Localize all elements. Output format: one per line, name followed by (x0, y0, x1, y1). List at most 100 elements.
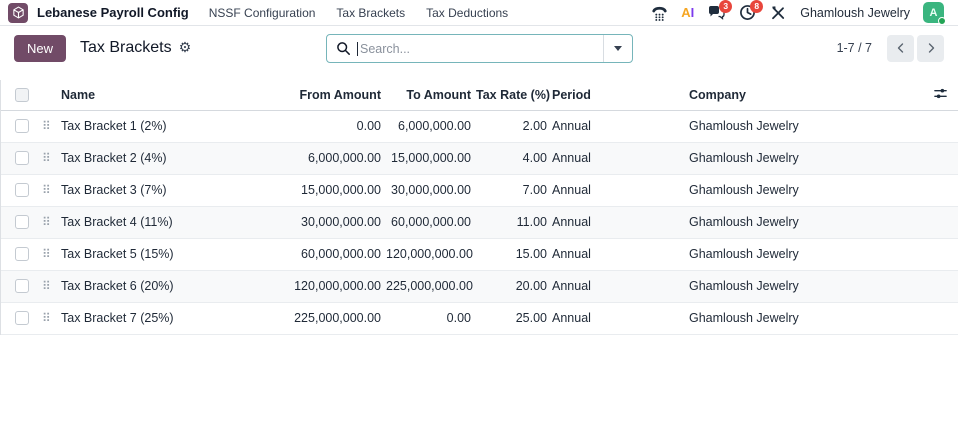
row-checkbox[interactable] (15, 311, 29, 325)
cell-tax-rate[interactable]: 7.00 (476, 174, 552, 206)
messages-icon[interactable]: 3 (707, 4, 725, 22)
search-dropdown-toggle[interactable] (603, 35, 632, 62)
cell-period[interactable]: Annual (552, 110, 689, 142)
cell-tax-rate[interactable]: 4.00 (476, 142, 552, 174)
cell-to-amount[interactable]: 0.00 (386, 302, 476, 334)
cell-from-amount[interactable]: 120,000,000.00 (261, 270, 386, 302)
cell-company[interactable]: Ghamloush Jewelry (689, 174, 919, 206)
table-row[interactable]: ⠿ Tax Bracket 3 (7%) 15,000,000.00 30,00… (1, 174, 958, 206)
cell-period[interactable]: Annual (552, 302, 689, 334)
cell-name[interactable]: Tax Bracket 6 (20%) (61, 270, 261, 302)
drag-handle-icon[interactable]: ⠿ (37, 279, 50, 293)
cell-company[interactable]: Ghamloush Jewelry (689, 270, 919, 302)
online-status-dot (938, 17, 946, 25)
search-input[interactable] (360, 42, 603, 56)
column-header-company[interactable]: Company (689, 80, 919, 110)
tools-icon[interactable] (769, 4, 787, 22)
cell-tax-rate[interactable]: 20.00 (476, 270, 552, 302)
cell-period[interactable]: Annual (552, 174, 689, 206)
table-row[interactable]: ⠿ Tax Bracket 5 (15%) 60,000,000.00 120,… (1, 238, 958, 270)
cell-company[interactable]: Ghamloush Jewelry (689, 206, 919, 238)
cell-from-amount[interactable]: 15,000,000.00 (261, 174, 386, 206)
cell-name[interactable]: Tax Bracket 7 (25%) (61, 302, 261, 334)
drag-handle-icon[interactable]: ⠿ (37, 151, 50, 165)
cell-company[interactable]: Ghamloush Jewelry (689, 110, 919, 142)
cell-name[interactable]: Tax Bracket 4 (11%) (61, 206, 261, 238)
cell-from-amount[interactable]: 30,000,000.00 (261, 206, 386, 238)
ai-icon[interactable]: AI (681, 5, 694, 20)
text-cursor (357, 42, 358, 56)
cell-name[interactable]: Tax Bracket 3 (7%) (61, 174, 261, 206)
caret-down-icon (614, 46, 622, 51)
cell-to-amount[interactable]: 60,000,000.00 (386, 206, 476, 238)
row-checkbox[interactable] (15, 279, 29, 293)
cell-from-amount[interactable]: 6,000,000.00 (261, 142, 386, 174)
cell-period[interactable]: Annual (552, 270, 689, 302)
cell-to-amount[interactable]: 120,000,000.00 (386, 238, 476, 270)
drag-handle-icon[interactable]: ⠿ (37, 119, 50, 133)
column-header-period[interactable]: Period (552, 80, 689, 110)
menu-item-tax-deductions[interactable]: Tax Deductions (426, 6, 508, 20)
app-window: Lebanese Payroll Config NSSF Configurati… (0, 0, 958, 448)
drag-handle-icon[interactable]: ⠿ (37, 247, 50, 261)
cell-name[interactable]: Tax Bracket 1 (2%) (61, 110, 261, 142)
menu-item-tax-brackets[interactable]: Tax Brackets (336, 6, 405, 20)
activities-count-badge: 8 (750, 0, 763, 13)
row-checkbox[interactable] (15, 119, 29, 133)
cell-tax-rate[interactable]: 15.00 (476, 238, 552, 270)
menu-item-nssf-configuration[interactable]: NSSF Configuration (209, 6, 316, 20)
table-row[interactable]: ⠿ Tax Bracket 2 (4%) 6,000,000.00 15,000… (1, 142, 958, 174)
cell-to-amount[interactable]: 30,000,000.00 (386, 174, 476, 206)
drag-handle-icon[interactable]: ⠿ (37, 311, 50, 325)
cell-to-amount[interactable]: 15,000,000.00 (386, 142, 476, 174)
pager-next-button[interactable] (917, 35, 944, 62)
cell-from-amount[interactable]: 0.00 (261, 110, 386, 142)
cell-tax-rate[interactable]: 2.00 (476, 110, 552, 142)
cell-to-amount[interactable]: 6,000,000.00 (386, 110, 476, 142)
table-row[interactable]: ⠿ Tax Bracket 1 (2%) 0.00 6,000,000.00 2… (1, 110, 958, 142)
cell-from-amount[interactable]: 60,000,000.00 (261, 238, 386, 270)
page-title: Tax Brackets (80, 39, 172, 57)
row-checkbox[interactable] (15, 215, 29, 229)
optional-columns-button[interactable] (919, 80, 958, 110)
table-row[interactable]: ⠿ Tax Bracket 4 (11%) 30,000,000.00 60,0… (1, 206, 958, 238)
drag-handle-icon[interactable]: ⠿ (37, 215, 50, 229)
select-all-checkbox[interactable] (15, 88, 29, 102)
column-header-to-amount[interactable]: To Amount (386, 80, 476, 110)
cell-tax-rate[interactable]: 11.00 (476, 206, 552, 238)
row-checkbox[interactable] (15, 151, 29, 165)
control-panel: New Tax Brackets ⚙ 1-7 / 7 (0, 26, 958, 70)
cell-from-amount[interactable]: 225,000,000.00 (261, 302, 386, 334)
cell-period[interactable]: Annual (552, 238, 689, 270)
table-row[interactable]: ⠿ Tax Bracket 6 (20%) 120,000,000.00 225… (1, 270, 958, 302)
column-header-name[interactable]: Name (61, 80, 261, 110)
apps-menu-button[interactable] (8, 3, 28, 23)
activities-icon[interactable]: 8 (738, 4, 756, 22)
pager-previous-button[interactable] (887, 35, 914, 62)
chevron-right-icon (925, 42, 937, 54)
drag-handle-icon[interactable]: ⠿ (37, 183, 50, 197)
company-switcher[interactable]: Ghamloush Jewelry (800, 6, 910, 20)
column-header-tax-rate[interactable]: Tax Rate (%) (476, 80, 552, 110)
row-checkbox[interactable] (15, 247, 29, 261)
cell-company[interactable]: Ghamloush Jewelry (689, 238, 919, 270)
cell-tax-rate[interactable]: 25.00 (476, 302, 552, 334)
cell-period[interactable]: Annual (552, 142, 689, 174)
settings-gear-icon[interactable]: ⚙ (179, 41, 192, 55)
new-button[interactable]: New (14, 35, 66, 62)
table-row[interactable]: ⠿ Tax Bracket 7 (25%) 225,000,000.00 0.0… (1, 302, 958, 334)
cell-to-amount[interactable]: 225,000,000.00 (386, 270, 476, 302)
avatar-letter: A (930, 7, 938, 19)
top-navbar: Lebanese Payroll Config NSSF Configurati… (0, 0, 958, 26)
user-avatar[interactable]: A (923, 2, 944, 23)
search-bar[interactable] (326, 34, 633, 63)
app-name[interactable]: Lebanese Payroll Config (37, 5, 189, 20)
cell-company[interactable]: Ghamloush Jewelry (689, 302, 919, 334)
softphone-icon[interactable] (650, 4, 668, 22)
row-checkbox[interactable] (15, 183, 29, 197)
cell-period[interactable]: Annual (552, 206, 689, 238)
column-header-from-amount[interactable]: From Amount (261, 80, 386, 110)
cell-name[interactable]: Tax Bracket 5 (15%) (61, 238, 261, 270)
cell-name[interactable]: Tax Bracket 2 (4%) (61, 142, 261, 174)
cell-company[interactable]: Ghamloush Jewelry (689, 142, 919, 174)
